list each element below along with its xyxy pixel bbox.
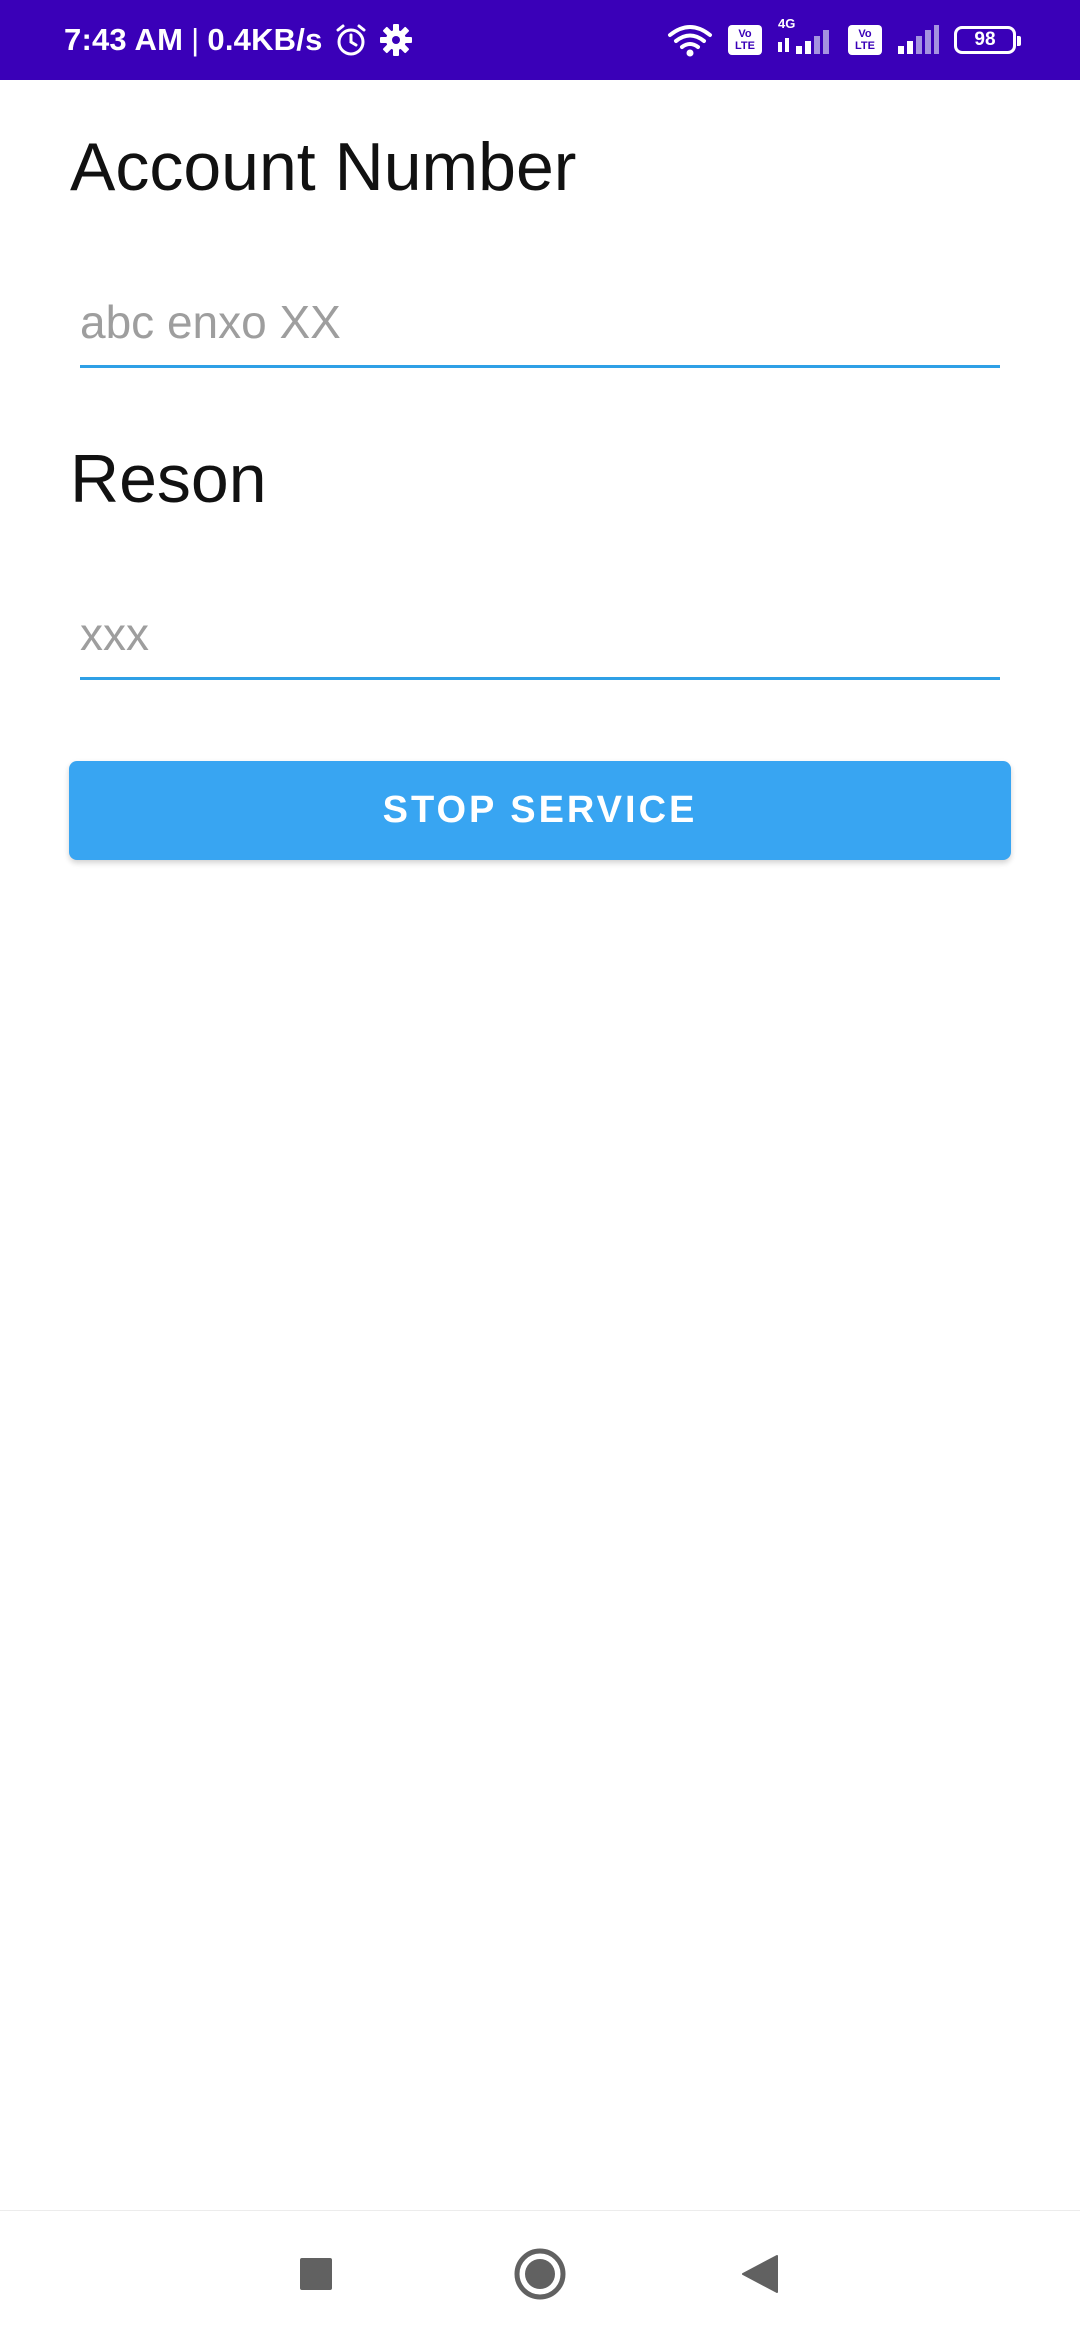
home-circle-icon (513, 2247, 567, 2306)
account-number-label: Account Number (70, 129, 577, 205)
settings-gear-icon (379, 23, 413, 57)
volte-bottom-text: LTE (735, 40, 755, 52)
recents-square-icon (299, 2257, 333, 2296)
signal-4g-icon: 4G (776, 16, 834, 56)
reason-label: Reson (70, 441, 267, 517)
network-type-label: 4G (778, 16, 796, 31)
wifi-icon (666, 23, 714, 57)
network-speed: 0.4KB/s (207, 22, 323, 57)
alarm-icon (333, 22, 369, 58)
status-right: Vo LTE 4G Vo LTE 98 (652, 0, 1021, 80)
battery-icon: 98 (954, 26, 1021, 54)
status-time: 7:43 AM (64, 22, 184, 57)
reason-input[interactable] (80, 590, 1000, 680)
volte-top-text-2: Vo (858, 28, 872, 40)
back-button[interactable] (700, 2211, 820, 2340)
navigation-bar (0, 2210, 1080, 2340)
account-number-input[interactable] (80, 278, 1000, 368)
volte-icon-2: Vo LTE (848, 25, 882, 55)
battery-level: 98 (974, 29, 996, 50)
volte-top-text: Vo (738, 28, 752, 40)
recents-button[interactable] (256, 2211, 376, 2340)
volte-icon: Vo LTE (728, 25, 762, 55)
stop-service-button[interactable]: STOP SERVICE (69, 761, 1011, 860)
back-triangle-icon (741, 2254, 779, 2299)
screen: 7:43 AM | 0.4KB/s Vo LTE 4G Vo LTE 98 Ac… (0, 0, 1080, 2340)
home-button[interactable] (480, 2211, 600, 2340)
volte-bottom-text-2: LTE (855, 40, 875, 52)
status-left: 7:43 AM | 0.4KB/s (64, 0, 413, 80)
signal-icon (896, 24, 940, 56)
status-bar: 7:43 AM | 0.4KB/s Vo LTE 4G Vo LTE 98 (0, 0, 1080, 80)
status-separator: | (191, 22, 200, 57)
